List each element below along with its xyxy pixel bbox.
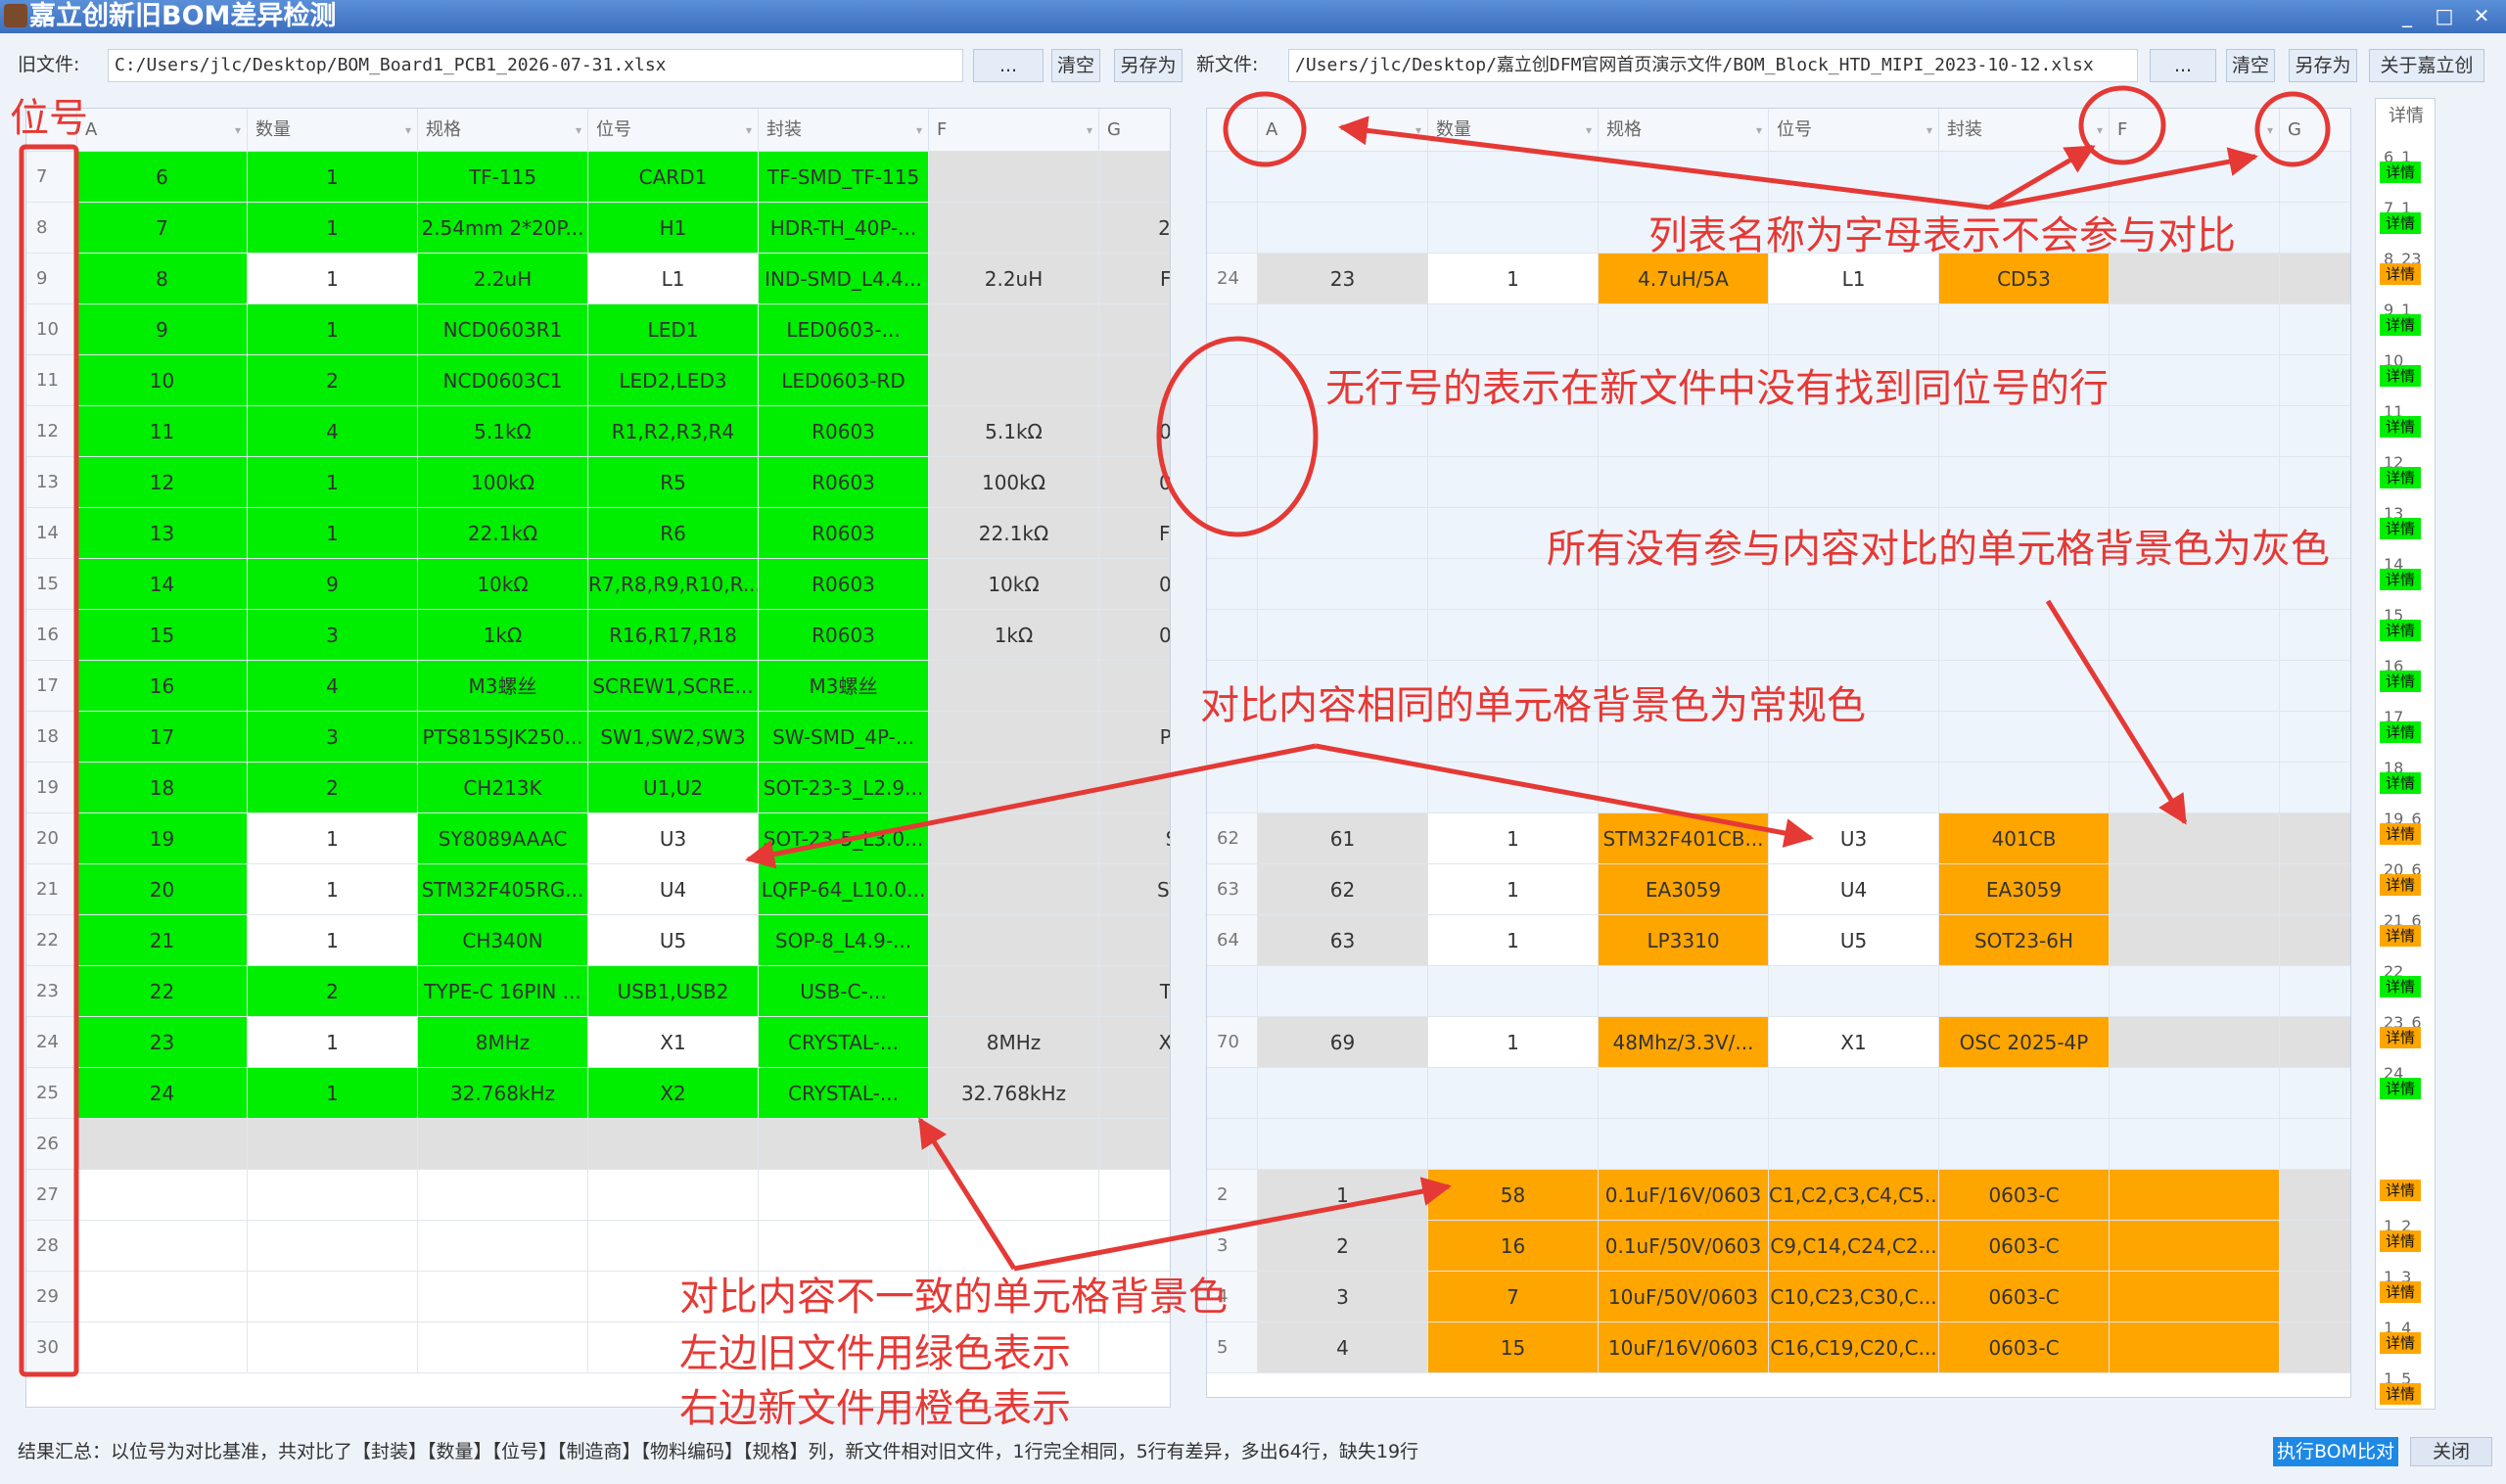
col-a-highlight xyxy=(1223,91,1307,167)
arrow-to-same-right xyxy=(1315,743,1814,848)
annotation-letter-columns: 列表名称为字母表示不会参与对比 xyxy=(1648,213,2236,258)
row-number-highlight xyxy=(19,144,79,1377)
col-g-highlight xyxy=(2254,91,2331,167)
annotation-diff-line3: 右边新文件用橙色表示 xyxy=(679,1386,1071,1431)
col-f-highlight xyxy=(2078,85,2166,165)
annotation-no-row: 无行号的表示在新文件中没有找到同位号的行 xyxy=(1325,366,2109,411)
arrow-to-gray xyxy=(2045,599,2188,825)
annotation-diff-line2: 左边旧文件用绿色表示 xyxy=(679,1331,1071,1376)
arrow-to-diff-left xyxy=(917,1117,1017,1271)
arrow-to-same-left xyxy=(745,743,1317,869)
arrow-to-col-a xyxy=(1338,116,1990,210)
annotation-diff-line1: 对比内容不一致的单元格背景色 xyxy=(679,1275,1228,1320)
annotation-same-cells: 对比内容相同的单元格背景色为常规色 xyxy=(1200,683,1866,728)
no-row-highlight xyxy=(1156,336,1319,537)
annotation-gray-cells: 所有没有参与内容对比的单元格背景色为灰色 xyxy=(1547,527,2330,572)
annotation-weihao: 位号 xyxy=(10,96,88,141)
arrow-to-diff-right xyxy=(1013,1177,1452,1272)
bom-compare-window: 嘉立创新旧BOM差异检测 _ □ ✕ 旧文件: C:/Users/jlc/Des… xyxy=(0,0,2506,1484)
